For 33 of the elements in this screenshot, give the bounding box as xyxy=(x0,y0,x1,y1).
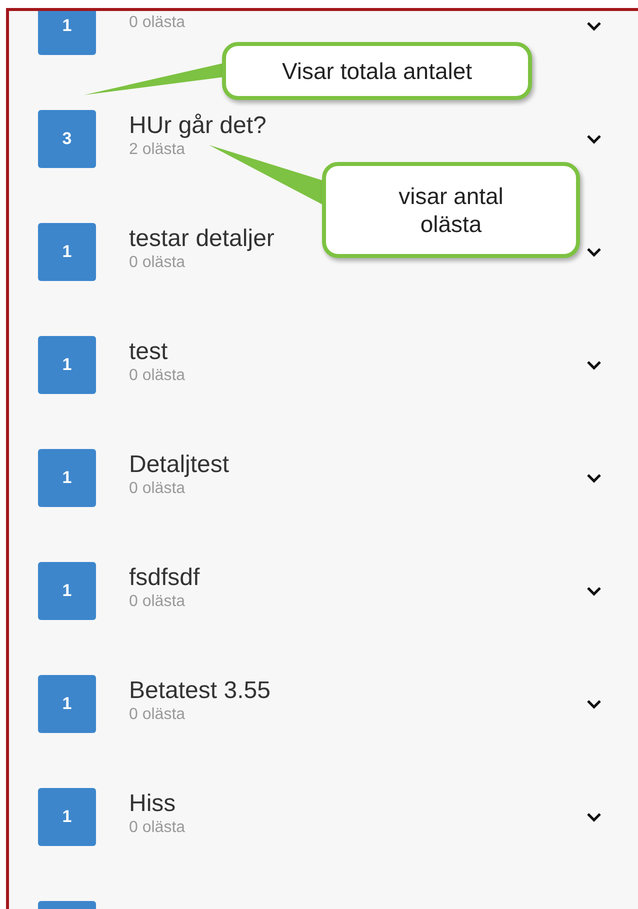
chevron-down-icon[interactable] xyxy=(586,812,602,822)
chevron-down-icon[interactable] xyxy=(586,246,602,256)
chevron-down-icon[interactable] xyxy=(586,586,602,596)
count-badge: 1 xyxy=(38,222,96,280)
count-badge: 1 xyxy=(38,562,96,620)
unread-count: 0 olästa xyxy=(129,818,186,838)
conversation-title: test xyxy=(129,338,168,366)
unread-count: 0 olästa xyxy=(129,12,186,32)
conversation-title: fsdfsdf xyxy=(129,564,200,592)
conversation-title: testar detaljer xyxy=(129,224,274,252)
unread-count: 0 olästa xyxy=(129,252,186,272)
count-badge: 3 xyxy=(38,110,96,168)
callout: visar antal olästa xyxy=(322,162,580,258)
callout: Visar totala antalet xyxy=(222,42,532,100)
unread-count: 0 olästa xyxy=(129,704,186,724)
count-badge: 1 xyxy=(38,11,96,54)
chevron-down-icon[interactable] xyxy=(586,360,602,370)
unread-count: 2 olästa xyxy=(129,140,186,160)
unread-count: 0 olästa xyxy=(129,478,186,498)
count-badge: 1 xyxy=(38,448,96,506)
conversation-title: Hiss xyxy=(129,790,176,818)
conversation-title: Betatest 3.55 xyxy=(129,676,270,704)
chevron-down-icon[interactable] xyxy=(586,472,602,482)
chevron-down-icon[interactable] xyxy=(586,134,602,144)
conversation-title: Detaljtest xyxy=(129,450,230,478)
count-badge: 1 xyxy=(38,336,96,394)
chevron-down-icon[interactable] xyxy=(586,698,602,708)
unread-count: 0 olästa xyxy=(129,366,186,386)
count-badge: 1 xyxy=(38,674,96,732)
conversation-title: HUr går det? xyxy=(129,112,266,140)
count-badge: 1 xyxy=(38,788,96,846)
chevron-down-icon[interactable] xyxy=(586,20,602,30)
unread-count: 0 olästa xyxy=(129,592,186,612)
